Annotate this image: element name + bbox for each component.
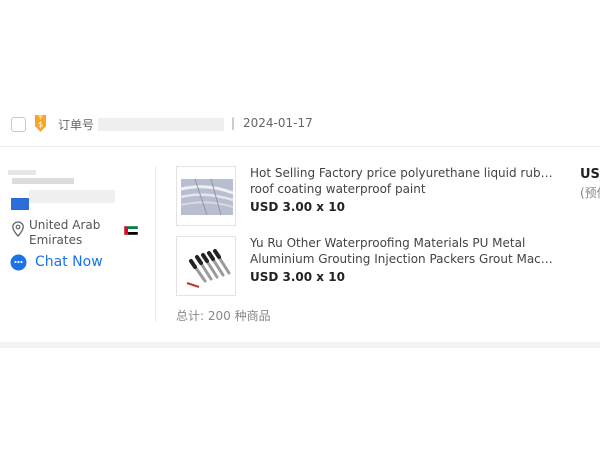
header-separator: | [231, 116, 236, 130]
header-divider [0, 146, 600, 147]
product-image-grout-packers [177, 237, 235, 295]
total-items: 总计: 200 种商品 [176, 309, 271, 323]
product-thumbnail[interactable] [176, 236, 236, 296]
buyer-location: United Arab Emirates [29, 218, 101, 247]
order-header: $ 订单号 | 2024-01-17 [0, 108, 600, 142]
order-date: 2024-01-17 [243, 116, 313, 130]
order-number-redacted [98, 118, 224, 131]
product-image-roof-coating [177, 167, 235, 225]
order-amount-note: (预估 [580, 186, 600, 200]
medal-icon: $ [35, 115, 46, 132]
product-title-link[interactable]: Hot Selling Factory price polyurethane l… [250, 166, 554, 197]
chat-now-button[interactable]: Chat Now [10, 252, 103, 272]
buyer-badge-redacted [11, 198, 29, 210]
product-title-line: Aluminium Grouting Injection Packers Gro… [250, 251, 554, 266]
product-title-line: Hot Selling Factory price polyurethane l… [250, 166, 554, 180]
product-price: USD 3.00 x 10 [250, 270, 345, 284]
product-title-line: roof coating waterproof paint [250, 181, 426, 196]
product-item: Hot Selling Factory price polyurethane l… [176, 166, 556, 228]
product-title-line: Yu Ru Other Waterproofing Materials PU M… [250, 236, 526, 250]
chat-icon [10, 254, 27, 270]
product-item: Yu Ru Other Waterproofing Materials PU M… [176, 236, 556, 298]
column-divider [155, 166, 156, 322]
order-amount: US [580, 167, 600, 182]
order-card-bottom-border [0, 342, 600, 348]
order-select-checkbox[interactable] [11, 117, 26, 132]
svg-text:$: $ [38, 120, 43, 129]
uae-flag-icon [124, 226, 138, 235]
buyer-name-redacted [8, 166, 78, 186]
product-thumbnail[interactable] [176, 166, 236, 226]
order-number-label: 订单号 [58, 118, 95, 132]
product-title-link[interactable]: Yu Ru Other Waterproofing Materials PU M… [250, 236, 554, 267]
buyer-panel: United Arab Emirates Chat Now [0, 160, 150, 280]
location-pin-icon [12, 221, 24, 237]
chat-now-label: Chat Now [35, 254, 103, 270]
buyer-company-redacted [29, 190, 115, 203]
product-price: USD 3.00 x 10 [250, 200, 345, 214]
